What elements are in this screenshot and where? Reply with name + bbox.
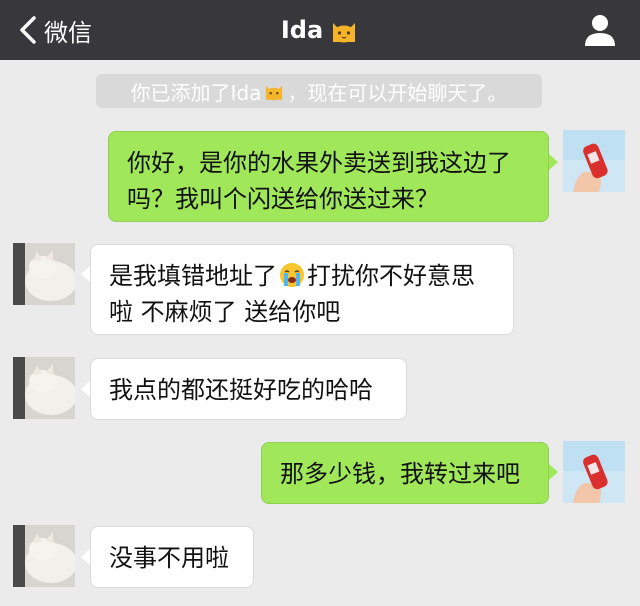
avatar-self[interactable] [563,130,625,192]
message-bubble-incoming[interactable]: 是我填错地址了 打扰你不好意思 啦 不麻烦了 送给你吧 [90,244,514,335]
system-notice: 你已添加了Ida ，现在可以开始聊天了。 [96,74,542,108]
avatar-self[interactable] [563,441,625,503]
message-line: 我点的都还挺好吃的哈哈 [109,376,373,404]
cat-face-emoji-icon [266,85,283,101]
avatar-contact[interactable] [13,243,75,305]
message-bubble-incoming[interactable]: 没事不用啦 [90,526,254,588]
avatar-self-image [563,441,625,503]
chat-title-text: Ida [280,16,324,44]
message-line: 吗？我叫个闪送给你送过来？ [127,185,439,213]
message-line: 是我填错地址了 打扰你不好意思 [109,262,475,290]
avatar-contact[interactable] [13,357,75,419]
avatar-contact-image [13,525,75,587]
avatar-self-image [563,130,625,192]
loudly-crying-face-emoji-icon [280,263,304,287]
message-line: 没事不用啦 [109,544,229,572]
avatar-contact[interactable] [13,525,75,587]
avatar-contact-image [13,243,75,305]
message-bubble-outgoing[interactable]: 你好，是你的水果外卖送到我这边了 吗？我叫个闪送给你送过来？ [108,131,549,222]
system-notice-text-start: 你已添加了Ida [130,80,262,105]
message-bubble-outgoing[interactable]: 那多少钱，我转过来吧 [261,442,549,504]
profile-icon[interactable] [582,12,618,48]
system-notice-text-end: ，现在可以开始聊天了。 [287,80,508,105]
avatar-contact-image [13,357,75,419]
cat-face-emoji-icon [333,23,356,43]
nav-bar: 微信 Ida [0,0,640,60]
message-line: 啦 不麻烦了 送给你吧 [109,298,341,326]
message-line: 那多少钱，我转过来吧 [280,460,520,488]
message-line: 你好，是你的水果外卖送到我这边了 [127,149,511,177]
chat-title: Ida [0,0,640,60]
message-bubble-incoming[interactable]: 我点的都还挺好吃的哈哈 [90,358,407,420]
